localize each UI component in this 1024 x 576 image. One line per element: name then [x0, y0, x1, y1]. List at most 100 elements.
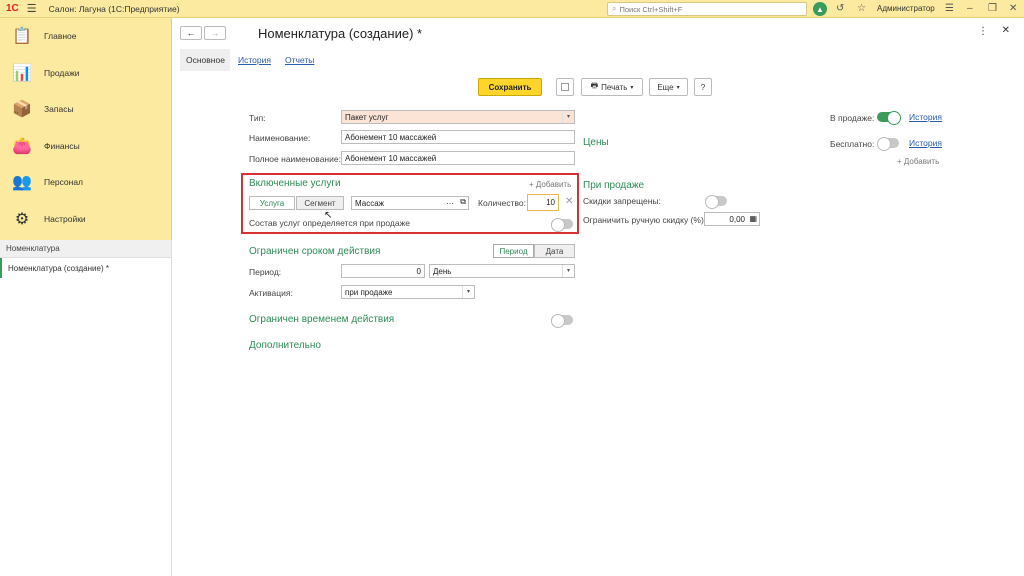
print-label: Печать — [601, 82, 628, 92]
chevron-down-icon: ▾ — [676, 84, 680, 91]
included-add-link[interactable]: + Добавить — [529, 180, 571, 189]
people-icon: 👥 — [12, 174, 32, 192]
fullname-field[interactable]: Абонемент 10 массажей — [341, 151, 575, 165]
remove-row-icon[interactable]: ✕ — [565, 196, 573, 207]
activation-select[interactable]: при продаже ▾ — [341, 285, 475, 299]
search-input[interactable] — [619, 4, 800, 14]
name-value: Абонемент 10 массажей — [345, 132, 437, 142]
activation-value: при продаже — [345, 287, 393, 297]
time-limit-title[interactable]: Ограничен временем действия — [249, 314, 394, 325]
chevron-down-icon[interactable]: ▾ — [562, 111, 574, 123]
history-icon[interactable]: ↺ — [836, 3, 844, 14]
more-label: Еще — [657, 82, 674, 92]
fullname-value: Абонемент 10 массажей — [345, 153, 437, 163]
service-value: Массаж — [355, 198, 385, 208]
included-services-title[interactable]: Включенные услуги — [249, 178, 341, 189]
chart-icon: 📊 — [12, 64, 32, 82]
composition-toggle[interactable] — [551, 218, 573, 232]
chevron-down-icon: ▾ — [630, 84, 634, 91]
discounts-toggle[interactable] — [705, 195, 727, 209]
more-vertical-icon[interactable]: ⋮ — [978, 26, 988, 37]
printer-icon: 🖶 — [590, 81, 599, 90]
free-toggle[interactable] — [877, 137, 899, 151]
notifications-icon[interactable]: ▲ — [813, 2, 827, 16]
service-field[interactable]: Массаж … ⧉ — [351, 196, 469, 210]
close-window-icon[interactable]: ✕ — [1009, 3, 1017, 14]
global-search[interactable]: ⌕ — [607, 2, 807, 16]
type-label: Тип: — [249, 113, 266, 123]
open-windows-panel: Номенклатура Номенклатура (создание) * — [0, 240, 172, 576]
save-icon-button[interactable] — [556, 78, 574, 96]
name-label: Наименование: — [249, 133, 311, 143]
maximize-icon[interactable]: ❐ — [988, 3, 997, 14]
limit-discount-value: 0,00 — [729, 214, 745, 224]
help-button[interactable]: ? — [694, 78, 712, 96]
seg-segment[interactable]: Сегмент — [296, 196, 344, 210]
sidebar-item-main[interactable]: 📋 Главное — [0, 18, 171, 55]
at-sale-title[interactable]: При продаже — [583, 180, 644, 191]
type-value: Пакет услуг — [345, 112, 389, 122]
fullname-label: Полное наименование: — [249, 154, 341, 164]
close-form-icon[interactable]: ✕ — [1002, 25, 1010, 36]
sidebar-item-sales[interactable]: 📊 Продажи — [0, 55, 171, 92]
choose-icon[interactable]: … — [446, 197, 454, 206]
open-windows-header[interactable]: Номенклатура — [0, 240, 171, 258]
page-title: Номенклатура (создание) * — [258, 26, 423, 41]
prices-title[interactable]: Цены — [583, 137, 609, 148]
calculator-icon[interactable]: ▦ — [749, 214, 757, 223]
seg-period[interactable]: Период — [493, 244, 534, 258]
time-limit-toggle[interactable] — [551, 314, 573, 328]
period-unit-value: День — [433, 266, 452, 276]
open-window-item[interactable]: Номенклатура (создание) * — [0, 258, 171, 278]
on-sale-toggle[interactable] — [877, 111, 901, 125]
period-field[interactable]: 0 — [341, 264, 425, 278]
right-add-link[interactable]: + Добавить — [897, 157, 939, 166]
user-name[interactable]: Администратор — [877, 4, 935, 13]
sidebar-item-label: Финансы — [44, 140, 80, 151]
sidebar-item-inventory[interactable]: 📦 Запасы — [0, 91, 171, 128]
chevron-down-icon[interactable]: ▾ — [462, 286, 474, 298]
settings-icon[interactable]: ☰ — [945, 3, 954, 14]
tab-main[interactable]: Основное — [180, 49, 230, 71]
quantity-value: 10 — [546, 198, 555, 207]
name-field[interactable]: Абонемент 10 массажей — [341, 130, 575, 144]
discounts-label: Скидки запрещены: — [583, 196, 661, 206]
app-title: Салон: Лагуна (1С:Предприятие) — [48, 3, 180, 14]
chevron-down-icon[interactable]: ▾ — [562, 265, 574, 277]
additional-title[interactable]: Дополнительно — [249, 340, 321, 351]
on-sale-history-link[interactable]: История — [909, 112, 942, 122]
more-button[interactable]: Еще ▾ — [649, 78, 688, 96]
print-button[interactable]: 🖶 Печать ▾ — [581, 78, 643, 96]
free-history-link[interactable]: История — [909, 138, 942, 148]
save-button[interactable]: Сохранить — [478, 78, 542, 96]
tab-history[interactable]: История — [232, 49, 277, 71]
gear-icon: ⚙ — [14, 210, 30, 228]
form-area: ← → Номенклатура (создание) * ⋮ ✕ Основн… — [172, 18, 1024, 576]
wallet-icon: 👛 — [12, 137, 32, 155]
sidebar-item-staff[interactable]: 👥 Персонал — [0, 164, 171, 201]
limit-discount-label: Ограничить ручную скидку (%): — [583, 215, 707, 225]
sidebar-item-settings[interactable]: ⚙ Настройки — [0, 201, 171, 238]
duration-title[interactable]: Ограничен сроком действия — [249, 246, 380, 257]
period-unit-select[interactable]: День ▾ — [429, 264, 575, 278]
main-menu-icon[interactable]: ☰ — [27, 2, 37, 15]
sidebar-item-finance[interactable]: 👛 Финансы — [0, 128, 171, 165]
back-button[interactable]: ← — [180, 26, 202, 40]
limit-discount-field[interactable]: 0,00 ▦ — [704, 212, 760, 226]
seg-service[interactable]: Услуга — [249, 196, 295, 210]
sidebar-item-label: Запасы — [44, 104, 74, 115]
open-icon[interactable]: ⧉ — [460, 197, 466, 207]
clipboard-icon: 📋 — [12, 28, 32, 46]
minimize-icon[interactable]: – — [967, 3, 973, 14]
seg-date[interactable]: Дата — [534, 244, 575, 258]
quantity-field[interactable]: 10 — [527, 194, 559, 211]
title-bar: 1С ☰ Салон: Лагуна (1С:Предприятие) ⌕ ▲ … — [0, 0, 1024, 18]
quantity-label: Количество: — [478, 198, 527, 208]
sections-panel: 📋 Главное 📊 Продажи 📦 Запасы 👛 Финансы 👥… — [0, 18, 172, 240]
document-icon — [561, 83, 569, 91]
tab-reports[interactable]: Отчеты — [279, 49, 320, 71]
type-select[interactable]: Пакет услуг ▾ — [341, 110, 575, 124]
activation-label: Активация: — [249, 288, 293, 298]
favorites-icon[interactable]: ☆ — [857, 3, 866, 14]
forward-button[interactable]: → — [204, 26, 226, 40]
